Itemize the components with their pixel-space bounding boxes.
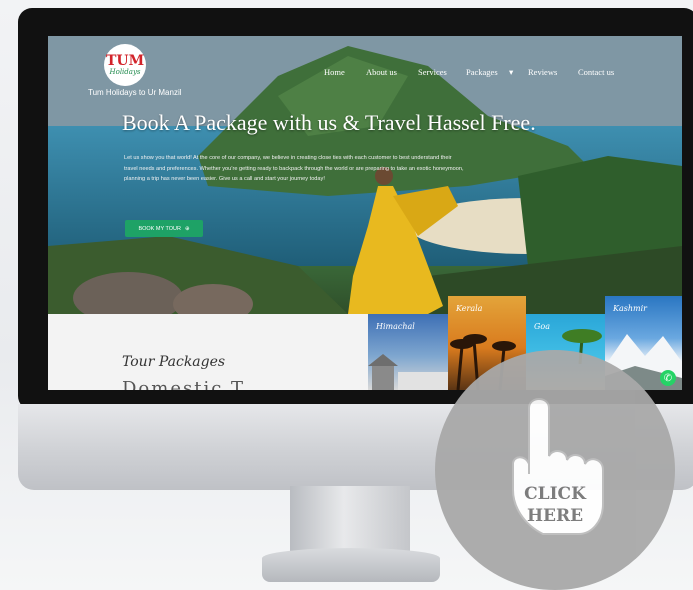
nav-reviews[interactable]: Reviews (528, 67, 557, 77)
click-here-badge[interactable]: CLICK HERE (435, 350, 675, 590)
website-screen: TUM Holidays Tum Holidays to Ur Manzil H… (48, 36, 682, 390)
logo-secondary-text: Holidays (109, 68, 141, 76)
hero-banner: TUM Holidays Tum Holidays to Ur Manzil H… (48, 36, 682, 314)
click-label: CLICK (524, 484, 586, 504)
section-title: Tour Packages (122, 354, 226, 370)
book-my-tour-button[interactable]: BOOK MY TOUR ⊕ (125, 220, 203, 237)
section-subtitle: Domestic T (122, 378, 246, 390)
hero-description: Let us show you that world! At the core … (124, 155, 464, 182)
monitor-stand-neck (290, 486, 410, 554)
nav-home[interactable]: Home (324, 67, 345, 77)
whatsapp-icon[interactable]: ✆ (660, 370, 676, 386)
hero-headline: Book A Package with us & Travel Hassel F… (122, 110, 536, 135)
card-label: Kerala (456, 304, 483, 313)
chevron-down-icon[interactable]: ▾ (509, 67, 513, 78)
card-label: Goa (534, 322, 550, 331)
nav-packages[interactable]: Packages (466, 67, 498, 77)
book-my-tour-label: BOOK MY TOUR (138, 225, 181, 232)
nav-services[interactable]: Services (418, 67, 447, 77)
brand-logo[interactable]: TUM Holidays (104, 44, 146, 86)
card-label: Kashmir (613, 304, 647, 313)
package-card-himachal[interactable]: Himachal (368, 314, 448, 390)
card-label: Himachal (376, 322, 415, 331)
here-label: HERE (526, 506, 584, 526)
brand-tagline: Tum Holidays to Ur Manzil (88, 88, 182, 97)
nav-contact-us[interactable]: Contact us (578, 67, 614, 77)
temple-icon (368, 354, 448, 390)
logo-primary-text: TUM (105, 53, 145, 69)
arrow-circle-icon: ⊕ (184, 225, 190, 232)
monitor-stand-base (262, 548, 440, 582)
nav-about-us[interactable]: About us (366, 67, 397, 77)
